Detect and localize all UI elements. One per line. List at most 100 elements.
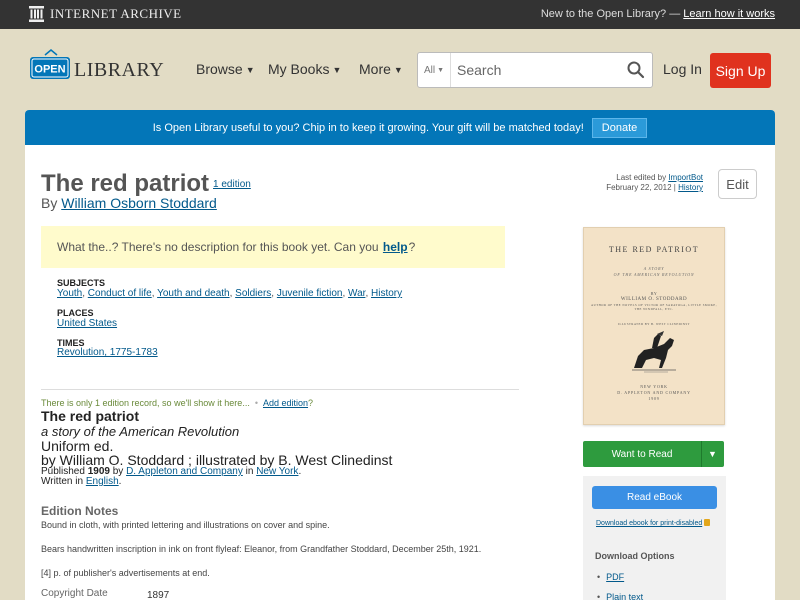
subject-link[interactable]: Youth <box>57 288 82 299</box>
single-edition-text: There is only 1 edition record, so we'll… <box>41 398 250 408</box>
published-in-label: in <box>245 466 254 477</box>
single-edition-note: There is only 1 edition record, so we'll… <box>41 389 519 408</box>
subject-link[interactable]: History <box>371 288 402 299</box>
subject-link[interactable]: War <box>348 288 365 299</box>
help-link[interactable]: help <box>383 240 408 254</box>
edit-button[interactable]: Edit <box>718 169 757 199</box>
publish-place-link[interactable]: New York <box>256 466 298 477</box>
subject-link[interactable]: Conduct of life <box>88 288 152 299</box>
no-description-text: What the..? There's no description for t… <box>57 240 379 254</box>
caret-down-icon: ▼ <box>245 65 255 75</box>
nav-my-books[interactable]: My Books ▼ <box>268 61 341 77</box>
bullet-icon: • <box>597 592 601 600</box>
cover-publisher-city: NEW YORK <box>640 384 668 389</box>
logo-open-text: OPEN <box>34 64 65 76</box>
search-scope-label: All <box>423 64 436 76</box>
download-pdf-link[interactable]: PDF <box>606 572 624 582</box>
subject-link[interactable]: Youth and death <box>157 288 229 299</box>
edition-title: The red patriot <box>41 408 140 424</box>
download-text-link[interactable]: Plain text <box>606 592 643 600</box>
internet-archive-logo[interactable]: Internet Archive <box>29 6 182 22</box>
print-disabled-link[interactable]: Download ebook for print-disabled <box>596 520 702 527</box>
book-cover[interactable]: THE RED PATRIOT A STORY OF THE AMERICAN … <box>583 227 725 425</box>
ebook-panel: Read eBook Download ebook for print-disa… <box>583 476 726 600</box>
cover-by: BY <box>650 291 658 296</box>
lock-icon <box>704 519 711 526</box>
caret-down-icon: ▼ <box>393 65 403 75</box>
edition-subtitle: a story of the American Revolution <box>41 424 240 439</box>
copyright-date-label: Copyright Date <box>41 588 108 599</box>
main-content: Is Open Library useful to you? Chip in t… <box>25 110 775 600</box>
download-item: • Plain text <box>597 592 643 600</box>
logo-library-text: LIBRARY <box>74 59 164 81</box>
cover-author-note-2: THE WINDFALL, ETC. <box>634 307 674 311</box>
site-header: OPEN LIBRARY Browse ▼ My Books ▼ More ▼ All… <box>0 29 800 109</box>
download-options-heading: Download Options <box>595 551 675 561</box>
search-input[interactable] <box>451 53 611 87</box>
copyright-date-value: 1897 <box>147 590 170 600</box>
donate-banner: Is Open Library useful to you? Chip in t… <box>25 110 775 145</box>
learn-how-link[interactable]: Learn how it works <box>683 8 775 20</box>
bullet-icon: • <box>597 572 601 582</box>
place-link[interactable]: United States <box>57 318 117 329</box>
separator-dot: • <box>254 398 258 408</box>
nav-my-books-label: My Books <box>268 61 330 77</box>
want-to-read-button[interactable]: Want to Read ▼ <box>583 441 724 467</box>
nav-more[interactable]: More ▼ <box>359 61 403 77</box>
search-scope-select[interactable]: All ▼ <box>418 53 451 87</box>
open-library-logo[interactable]: OPEN LIBRARY <box>29 49 164 89</box>
edition-note-line: Bears handwritten inscription in ink on … <box>41 544 482 554</box>
last-edited-info: Last edited by ImportBot February 22, 20… <box>585 173 703 193</box>
edition-language: Written in English. <box>41 476 122 487</box>
author-link[interactable]: William Osborn Stoddard <box>61 195 217 211</box>
nav-browse[interactable]: Browse ▼ <box>196 61 255 77</box>
reading-status-dropdown[interactable]: ▼ <box>701 441 723 467</box>
add-edition-link[interactable]: Add edition <box>263 398 308 408</box>
by-label: By <box>41 195 58 211</box>
cover-illustrator: ILLUSTRATED BY B. WEST CLINEDINST <box>617 322 691 326</box>
time-link[interactable]: Revolution, 1775-1783 <box>57 347 158 358</box>
subjects-list: Youth, Conduct of life, Youth and death,… <box>57 288 403 299</box>
places-list: United States <box>57 318 117 329</box>
subjects-label: SUBJECTS <box>57 278 106 288</box>
cover-publisher-name: D. APPLETON AND COMPANY <box>617 390 691 395</box>
publisher-link[interactable]: D. Appleton and Company <box>126 466 243 477</box>
search-icon[interactable] <box>626 60 646 80</box>
cover-title: THE RED PATRIOT <box>608 245 700 254</box>
promo-text: New to the Open Library? — <box>540 8 681 20</box>
last-edited-user-link[interactable]: ImportBot <box>668 173 703 182</box>
subject-link[interactable]: Juvenile fiction <box>277 288 343 299</box>
edition-note-line: [4] p. of publisher's advertisements at … <box>41 568 210 578</box>
work-title: The red patriot 1 edition <box>41 170 251 198</box>
work-byline: By William Osborn Stoddard <box>41 195 217 211</box>
subject-link[interactable]: Soldiers <box>235 288 271 299</box>
donate-button[interactable]: Donate <box>591 117 648 138</box>
language-link[interactable]: English <box>86 476 119 487</box>
caret-down-icon: ▼ <box>332 65 342 75</box>
signup-button[interactable]: Sign Up <box>710 53 771 88</box>
download-item: • PDF <box>597 572 624 582</box>
last-edited-date: February 22, 2012 | <box>606 183 676 192</box>
login-link[interactable]: Log In <box>663 61 702 77</box>
print-disabled-download[interactable]: Download ebook for print-disabled <box>596 519 711 527</box>
want-to-read-label: Want to Read <box>611 448 673 460</box>
cover-publish-year: 1909 <box>648 396 660 401</box>
edition-count-link[interactable]: 1 edition <box>213 179 251 190</box>
donate-message: Is Open Library useful to you? Chip in t… <box>152 121 584 134</box>
nav-more-label: More <box>359 61 391 77</box>
search-bar: All ▼ <box>417 52 653 88</box>
nav-browse-label: Browse <box>196 61 243 77</box>
read-ebook-button[interactable]: Read eBook <box>592 486 717 509</box>
edition-notes-heading: Edition Notes <box>41 504 119 518</box>
cover-illustration-horse-rider <box>632 331 676 373</box>
caret-down-icon: ▼ <box>437 66 445 74</box>
work-title-text: The red patriot <box>41 170 210 197</box>
history-link[interactable]: History <box>678 183 703 192</box>
no-description-notice: What the..? There's no description for t… <box>41 226 505 268</box>
caret-down-icon: ▼ <box>708 449 717 459</box>
internet-archive-topbar: Internet Archive New to the Open Library… <box>0 0 800 29</box>
edition-note-line: Bound in cloth, with printed lettering a… <box>41 520 330 530</box>
archive-building-icon <box>29 6 44 22</box>
no-description-suffix: ? <box>408 240 416 254</box>
add-edition-suffix: ? <box>308 398 314 408</box>
